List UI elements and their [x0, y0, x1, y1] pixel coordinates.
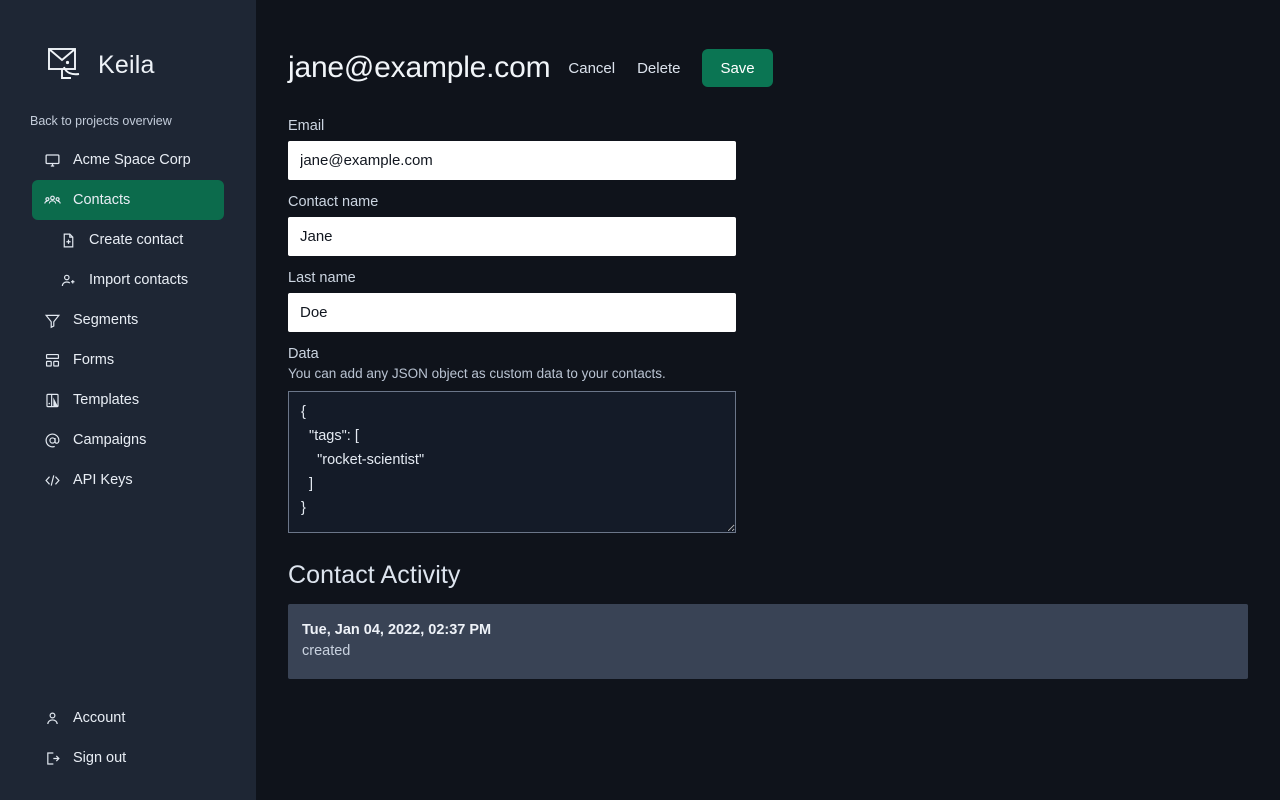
sidebar-item-forms[interactable]: Forms: [32, 340, 224, 380]
sidebar-item-import-contacts[interactable]: Import contacts: [32, 260, 224, 300]
email-input[interactable]: [288, 141, 736, 180]
back-to-projects-link[interactable]: Back to projects overview: [0, 96, 256, 140]
field-email: Email: [288, 118, 1280, 180]
document-plus-icon: [60, 232, 77, 249]
last-name-label: Last name: [288, 270, 356, 286]
sidebar-item-acme-space-corp[interactable]: Acme Space Corp: [32, 140, 224, 180]
users-group-icon: [44, 192, 61, 209]
page-header: jane@example.com Cancel Delete Save: [256, 0, 1280, 96]
page-title: jane@example.com: [288, 51, 551, 84]
sidebar-item-templates[interactable]: Templates: [32, 380, 224, 420]
user-icon: [44, 710, 61, 727]
user-plus-icon: [60, 272, 77, 289]
envelope-rocket-logo-icon: [46, 45, 88, 85]
sidebar-item-label: Import contacts: [89, 272, 189, 288]
main-content: jane@example.com Cancel Delete Save Emai…: [256, 0, 1280, 800]
sidebar-item-api-keys[interactable]: API Keys: [32, 460, 224, 500]
save-button[interactable]: Save: [702, 49, 773, 87]
sidebar-item-label: API Keys: [73, 472, 133, 488]
sidebar-item-label: Account: [73, 710, 126, 726]
data-label: Data: [288, 346, 319, 362]
funnel-icon: [44, 312, 61, 329]
primary-nav: Acme Space Corp Contacts Create contact …: [0, 140, 256, 500]
contact-name-input[interactable]: [288, 217, 736, 256]
sidebar-item-segments[interactable]: Segments: [32, 300, 224, 340]
sidebar-bottom-nav: Account Sign out: [0, 698, 256, 800]
layout-rows-icon: [44, 352, 61, 369]
contact-activity-title: Contact Activity: [288, 561, 461, 589]
sidebar-item-label: Create contact: [89, 232, 184, 248]
field-data: Data You can add any JSON object as cust…: [288, 346, 1280, 533]
contact-name-label: Contact name: [288, 194, 379, 210]
last-name-input[interactable]: [288, 293, 736, 332]
data-json-textarea[interactable]: { "tags": [ "rocket-scientist" ] }: [288, 391, 736, 533]
code-brackets-icon: [44, 472, 61, 489]
email-label: Email: [288, 118, 325, 134]
sidebar-item-label: Contacts: [73, 192, 131, 208]
sidebar-item-label: Acme Space Corp: [73, 152, 191, 168]
sidebar-item-account[interactable]: Account: [32, 698, 224, 738]
sidebar-item-label: Sign out: [73, 750, 127, 766]
field-last-name: Last name: [288, 270, 1280, 332]
brand-name: Keila: [98, 50, 155, 79]
field-contact-name: Contact name: [288, 194, 1280, 256]
data-help-text: You can add any JSON object as custom da…: [288, 366, 666, 381]
delete-link[interactable]: Delete: [637, 61, 680, 76]
sidebar-item-label: Templates: [73, 392, 140, 408]
activity-date: Tue, Jan 04, 2022, 02:37 PM: [302, 622, 492, 638]
sidebar-item-label: Segments: [73, 312, 139, 328]
sidebar-item-campaigns[interactable]: Campaigns: [32, 420, 224, 460]
sidebar-item-contacts[interactable]: Contacts: [32, 180, 224, 220]
activity-entry: Tue, Jan 04, 2022, 02:37 PM created: [288, 604, 1248, 679]
template-document-icon: [44, 392, 61, 409]
activity-type: created: [302, 643, 351, 659]
sign-out-icon: [44, 750, 61, 767]
at-sign-icon: [44, 432, 61, 449]
brand: Keila: [0, 0, 256, 96]
monitor-icon: [44, 152, 61, 169]
sidebar-item-label: Forms: [73, 352, 115, 368]
cancel-link[interactable]: Cancel: [568, 61, 615, 76]
sidebar: Keila Back to projects overview Acme Spa…: [0, 0, 256, 800]
contact-form: Email Contact name Last name Data You ca…: [256, 96, 1280, 679]
sidebar-item-label: Campaigns: [73, 432, 147, 448]
sidebar-item-create-contact[interactable]: Create contact: [32, 220, 224, 260]
sidebar-item-sign-out[interactable]: Sign out: [32, 738, 224, 778]
